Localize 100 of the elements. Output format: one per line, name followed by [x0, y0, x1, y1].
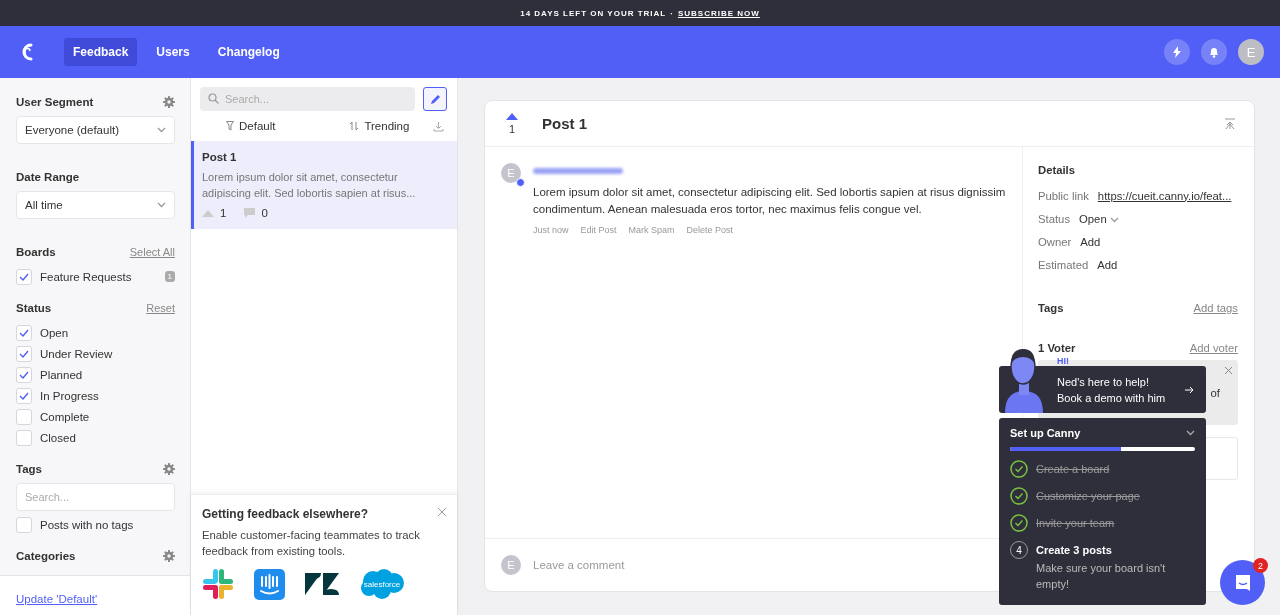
setup-step[interactable]: Create 3 posts — [1036, 541, 1195, 559]
public-link[interactable]: https://cueit.canny.io/feat... — [1097, 189, 1232, 202]
section-heading: Categories — [16, 550, 76, 562]
notice-text: of — [1210, 387, 1220, 399]
section-heading: Boards — [16, 246, 56, 258]
detail-label: Status — [1038, 212, 1071, 225]
trial-notice: 14 DAYS LEFT ON YOUR TRIAL — [520, 8, 667, 18]
merge-icon[interactable] — [1224, 117, 1236, 130]
vote-count: 1 — [508, 122, 516, 135]
checkbox[interactable] — [16, 324, 32, 341]
status-dropdown[interactable]: Open — [1079, 212, 1119, 225]
post-excerpt: Lorem ipsum dolor sit amet, consectetur adipiscing elit. Sed lobortis sapien at risus... — [202, 170, 417, 201]
details-heading: Details — [1038, 164, 1077, 176]
checkmark-icon — [19, 272, 29, 281]
checkbox[interactable] — [16, 345, 32, 362]
nav-tab[interactable]: Users — [147, 38, 199, 66]
checkbox-label[interactable]: Closed — [40, 431, 76, 444]
sort-icon — [349, 121, 360, 131]
tags-heading: Tags — [1038, 302, 1064, 314]
help-subtitle: Book a demo with him — [1057, 390, 1166, 406]
checkbox[interactable] — [16, 268, 32, 285]
detail-label: Public link — [1038, 189, 1089, 202]
checkbox[interactable] — [16, 408, 32, 425]
date-range-dropdown[interactable]: All time — [16, 191, 175, 219]
checkbox[interactable] — [16, 387, 32, 404]
filter-button[interactable]: Default — [226, 120, 276, 132]
add-link[interactable]: Add — [1097, 258, 1118, 271]
update-link[interactable]: Update 'Default' — [16, 593, 98, 605]
checkbox[interactable] — [16, 429, 32, 446]
search-field[interactable]: Search... — [200, 87, 415, 111]
add-tags-link[interactable]: Add tags — [1193, 302, 1238, 314]
sort-button[interactable]: Trending — [349, 120, 410, 132]
add-link[interactable]: Add — [1080, 235, 1101, 248]
nav-tab[interactable]: Changelog — [208, 38, 289, 66]
separator-dot: · — [670, 8, 674, 18]
intercom-logo-icon[interactable] — [254, 568, 285, 600]
detail-label: Owner — [1038, 235, 1072, 248]
greeting-text: HI! — [1057, 356, 1069, 366]
edit-button[interactable] — [423, 87, 447, 111]
post-body: Lorem ipsum dolor sit amet, consectetur adipiscing elit. Sed lobortis sapien at risus dignissim condimentum. Aenean malesuada eros tortor, nec maximus felis congue vel. — [533, 185, 1006, 217]
gear-icon[interactable] — [163, 550, 175, 562]
detail-label: Estimated — [1038, 258, 1089, 271]
bell-button[interactable] — [1201, 39, 1227, 65]
checkmark-icon — [19, 328, 29, 337]
checkmark-icon — [19, 349, 29, 358]
arrow-right-icon[interactable] — [1185, 385, 1194, 394]
subscribe-link[interactable]: SUBSCRIBE NOW — [677, 8, 760, 18]
chevron-down-icon — [1186, 430, 1195, 436]
post-list-item[interactable]: Post 1 Lorem ipsum dolor sit amet, consectetur adipiscing elit. Sed lobortis sapien at risus... 1 0 — [191, 141, 457, 229]
checkbox-label[interactable]: Open — [40, 326, 69, 339]
tag-search-field[interactable]: Search... — [16, 483, 175, 511]
slack-logo-icon[interactable] — [202, 568, 234, 600]
bell-icon — [1208, 46, 1220, 58]
checkmark-icon — [19, 370, 29, 379]
promo-title: Getting feedback elsewhere? — [202, 507, 369, 521]
close-icon[interactable] — [437, 507, 447, 517]
section-heading: Date Range — [16, 171, 80, 183]
upvote-icon[interactable] — [506, 112, 518, 120]
close-icon[interactable] — [1224, 366, 1233, 375]
help-title: Ned's here to help! — [1057, 374, 1150, 390]
badge-icon — [516, 178, 525, 187]
count-badge: 1 — [164, 271, 175, 282]
lightning-icon — [1173, 46, 1181, 58]
chevron-down-icon — [157, 202, 166, 208]
setup-step[interactable]: Create a board — [1036, 460, 1110, 478]
reset-link[interactable]: Reset — [146, 302, 175, 314]
checkbox-label[interactable]: Planned — [40, 368, 83, 381]
funnel-icon — [226, 121, 234, 131]
section-heading: Status — [16, 302, 52, 314]
gear-icon[interactable] — [163, 96, 175, 108]
section-heading: User Segment — [16, 96, 94, 108]
checkbox[interactable] — [16, 516, 32, 533]
setup-step[interactable]: Customize your page — [1036, 487, 1140, 505]
search-icon — [208, 93, 219, 104]
chat-icon — [1233, 573, 1252, 592]
nav-tab[interactable]: Feedback — [64, 38, 138, 66]
chevron-down-icon — [157, 127, 166, 133]
checkbox-label[interactable]: Feature Requests — [40, 270, 132, 283]
post-title: Post 1 — [202, 151, 238, 163]
setup-title: Set up Canny — [1010, 427, 1081, 439]
promo-text: Enable customer-facing teammates to track feedback from existing tools. — [202, 528, 421, 559]
section-heading: Tags — [16, 463, 42, 475]
voters-heading: 1 Voter — [1038, 342, 1076, 354]
checkbox-label[interactable]: Under Review — [40, 347, 113, 360]
checkbox-label[interactable]: Complete — [40, 410, 90, 423]
comment-count: 0 — [261, 207, 268, 219]
segment-dropdown[interactable]: Everyone (default) — [16, 116, 175, 144]
commenter-avatar: E — [501, 555, 521, 575]
gear-icon[interactable] — [163, 463, 175, 475]
comment-icon — [244, 208, 256, 218]
checkbox[interactable] — [16, 366, 32, 383]
checkbox-label[interactable]: In Progress — [40, 389, 99, 402]
checkmark-icon — [19, 391, 29, 400]
setup-step[interactable]: Invite your team — [1036, 514, 1115, 532]
timestamp: Just now — [533, 225, 569, 235]
lightning-button[interactable] — [1164, 39, 1190, 65]
step-description: Make sure your board isn't empty! — [1036, 561, 1167, 592]
add-voter-link[interactable]: Add voter — [1189, 342, 1238, 354]
zendesk-logo-icon[interactable] — [305, 570, 339, 598]
checkbox-label[interactable]: Posts with no tags — [40, 518, 134, 531]
